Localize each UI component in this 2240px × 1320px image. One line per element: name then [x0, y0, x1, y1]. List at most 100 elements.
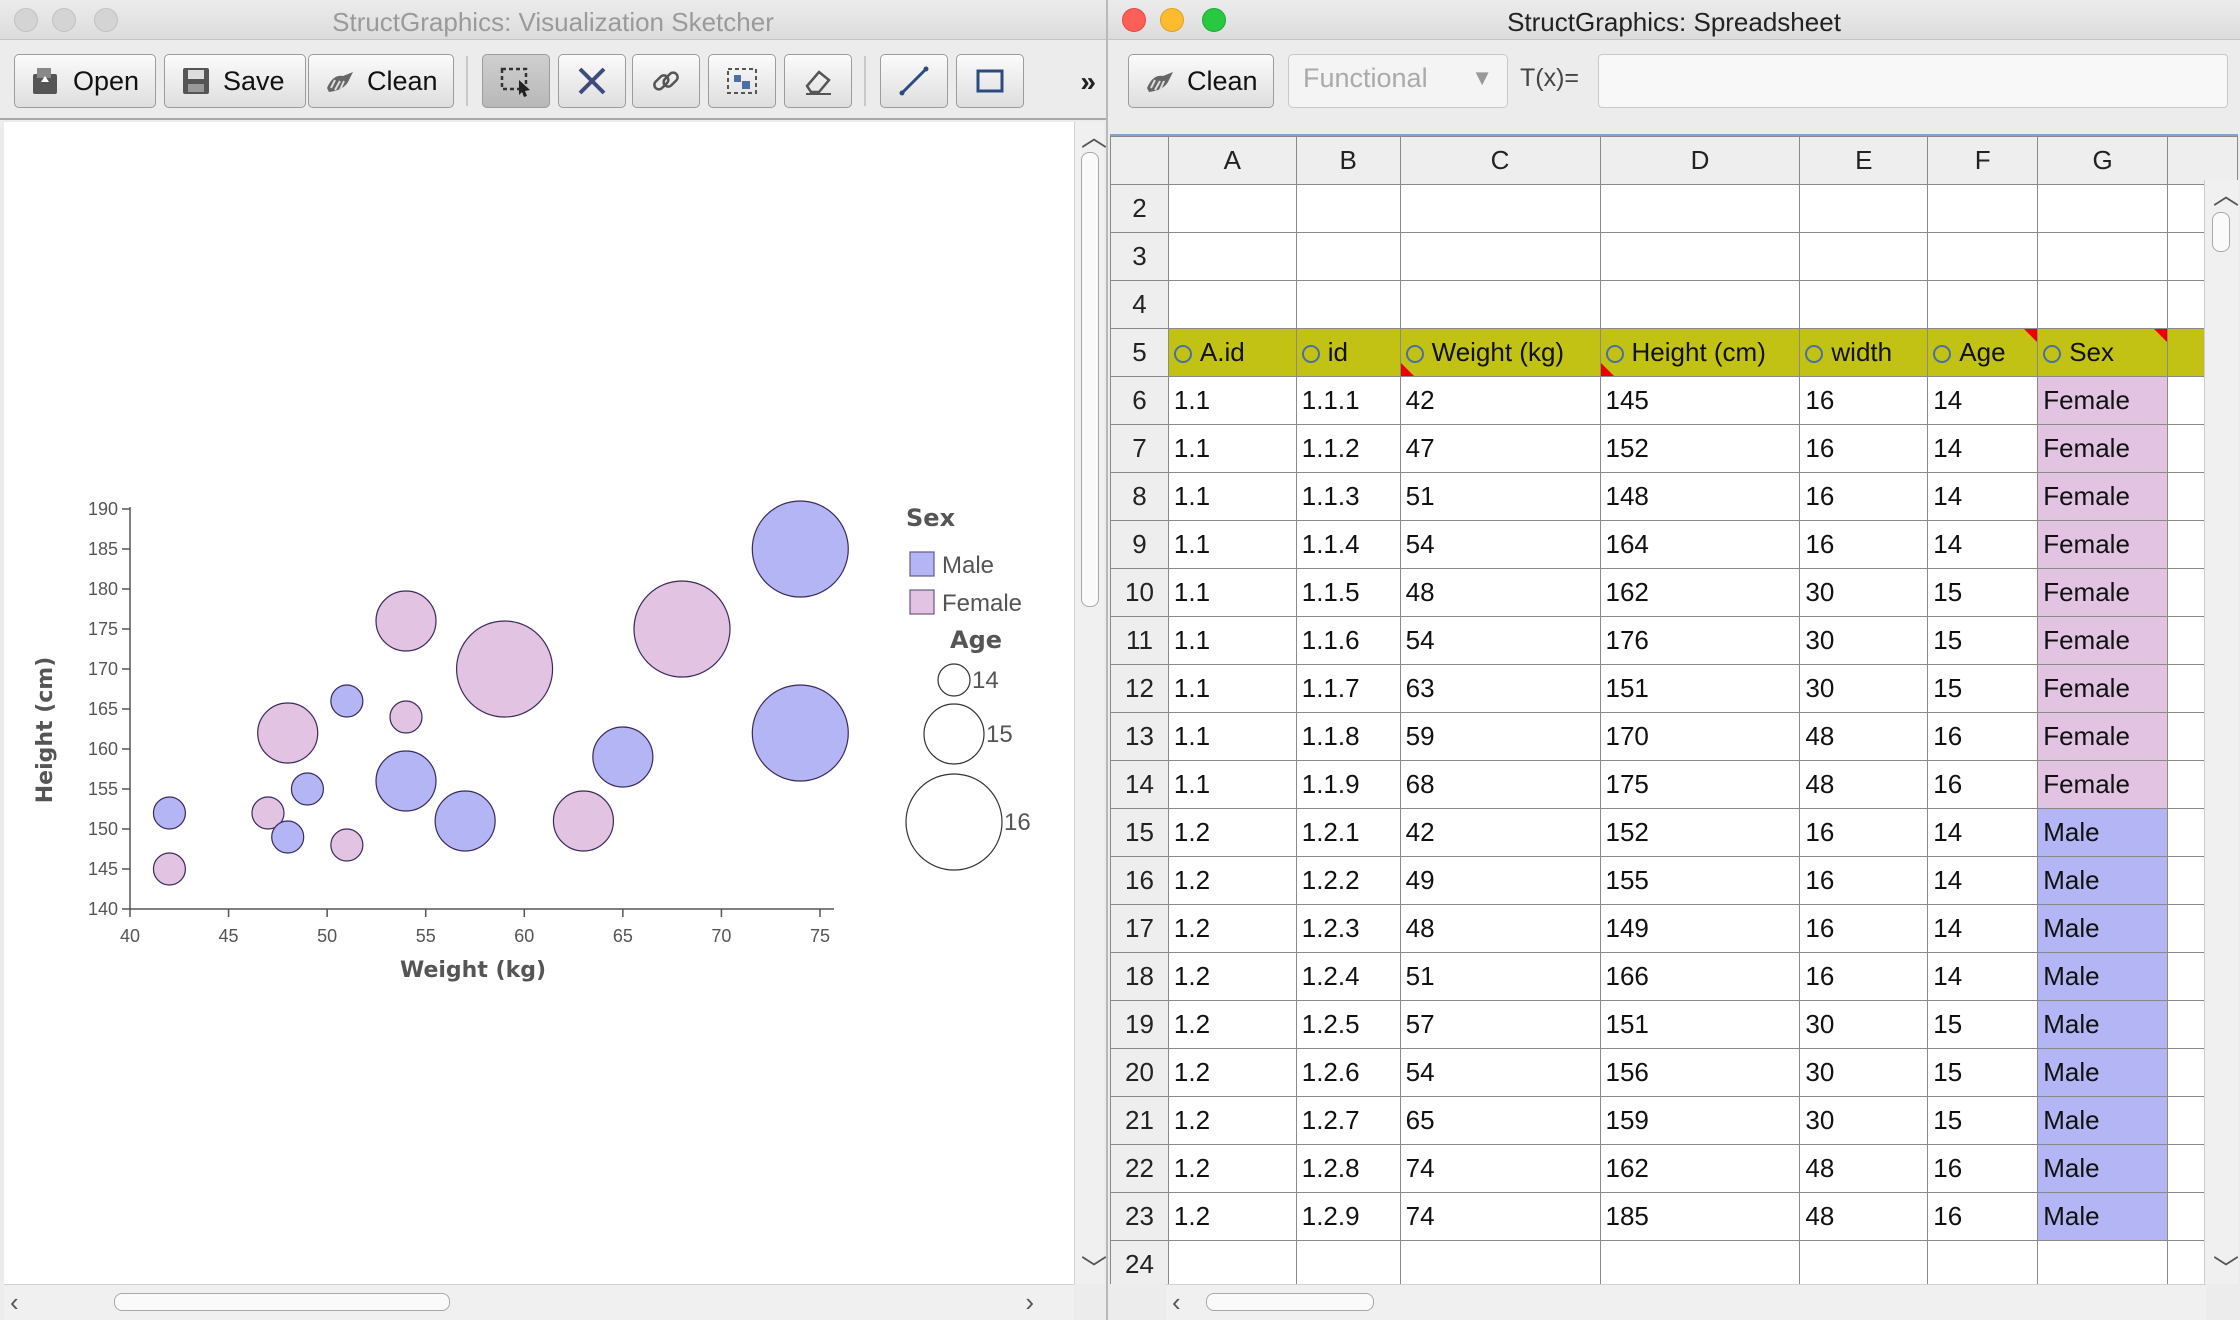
table-cell[interactable]: 185 [1599, 1192, 1801, 1241]
table-cell[interactable]: 47 [1399, 424, 1601, 473]
table-cell[interactable] [1399, 232, 1601, 281]
table-cell[interactable]: 1.2.8 [1295, 1144, 1401, 1193]
sketcher-vertical-scrollbar[interactable]: ︿ ﹀ [1074, 122, 1106, 1284]
table-cell[interactable]: 1.1 [1167, 520, 1297, 569]
table-cell[interactable]: 16 [1927, 712, 2039, 761]
scroll-down-chevron-icon[interactable]: ﹀ [1081, 1256, 1106, 1282]
column-header-a[interactable]: A [1167, 136, 1297, 185]
table-cell[interactable]: Female [2037, 712, 2169, 761]
table-cell[interactable]: 170 [1599, 712, 1801, 761]
table-cell[interactable]: 1.1.8 [1295, 712, 1401, 761]
table-cell[interactable]: Female [2037, 376, 2169, 425]
table-cell[interactable]: 63 [1399, 664, 1601, 713]
table-cell[interactable]: 16 [1799, 472, 1929, 521]
table-cell[interactable]: 1.2.1 [1295, 808, 1401, 857]
table-cell[interactable]: 166 [1599, 952, 1801, 1001]
table-cell[interactable]: Male [2037, 904, 2169, 953]
table-cell[interactable]: 1.2.2 [1295, 856, 1401, 905]
table-cell[interactable]: 175 [1599, 760, 1801, 809]
table-cell[interactable]: 1.1 [1167, 616, 1297, 665]
column-toggle-circle-icon[interactable] [2043, 345, 2062, 363]
formula-input[interactable] [1598, 54, 2228, 108]
column-name-cell[interactable]: Age [1927, 328, 2039, 377]
row-number[interactable]: 2 [1110, 184, 1169, 233]
row-number[interactable]: 9 [1110, 520, 1169, 569]
table-cell[interactable]: 1.2.4 [1295, 952, 1401, 1001]
table-cell[interactable]: 15 [1927, 664, 2039, 713]
row-number[interactable]: 19 [1110, 1000, 1169, 1049]
table-cell[interactable]: 30 [1799, 568, 1929, 617]
table-cell[interactable]: 1.1 [1167, 664, 1297, 713]
table-cell[interactable]: 156 [1599, 1048, 1801, 1097]
table-cell[interactable]: 14 [1927, 952, 2039, 1001]
column-toggle-circle-icon[interactable] [1605, 345, 1624, 363]
table-cell[interactable]: Female [2037, 760, 2169, 809]
table-cell[interactable]: 1.1 [1167, 472, 1297, 521]
table-cell[interactable]: 1.2.3 [1295, 904, 1401, 953]
table-cell[interactable]: 16 [1799, 952, 1929, 1001]
table-cell[interactable] [1167, 1240, 1297, 1284]
bubble-male[interactable] [751, 684, 849, 782]
table-cell[interactable] [2037, 1240, 2169, 1284]
bubble-male[interactable] [434, 790, 496, 852]
table-cell[interactable]: 54 [1399, 616, 1601, 665]
bubble-female[interactable] [330, 828, 364, 862]
table-cell[interactable]: 1.1.5 [1295, 568, 1401, 617]
scroll-left-chevron-icon[interactable]: ‹ [1172, 1289, 1181, 1315]
row-number[interactable]: 5 [1110, 328, 1169, 377]
eraser-tool-button[interactable] [784, 54, 852, 108]
table-cell[interactable] [1295, 1240, 1401, 1284]
spreadsheet-grid[interactable]: ABCDEFG 2 3 4 5 A.id id Weight (kg) Height (cm)… [1110, 134, 2238, 1284]
bubble-female[interactable] [389, 700, 423, 734]
column-toggle-circle-icon[interactable] [1173, 345, 1192, 363]
column-header-c[interactable]: C [1399, 136, 1601, 185]
table-cell[interactable]: Male [2037, 808, 2169, 857]
scroll-up-chevron-icon[interactable]: ︿ [1081, 124, 1106, 150]
scroll-up-chevron-icon[interactable]: ︿ [2213, 182, 2239, 208]
table-cell[interactable] [1599, 232, 1801, 281]
row-number[interactable]: 21 [1110, 1096, 1169, 1145]
table-cell[interactable]: 152 [1599, 424, 1801, 473]
column-header-e[interactable]: E [1799, 136, 1929, 185]
bubble-female[interactable] [633, 580, 731, 678]
table-cell[interactable]: Male [2037, 1048, 2169, 1097]
bubble-male[interactable] [375, 750, 437, 812]
table-cell[interactable] [1295, 280, 1401, 329]
table-cell[interactable]: 14 [1927, 904, 2039, 953]
link-tool-button[interactable] [632, 54, 700, 108]
table-cell[interactable]: 16 [1927, 1144, 2039, 1193]
table-cell[interactable]: 151 [1599, 1000, 1801, 1049]
row-number[interactable]: 8 [1110, 472, 1169, 521]
open-button[interactable]: Open [14, 54, 156, 108]
table-cell[interactable]: 159 [1599, 1096, 1801, 1145]
spreadsheet-horizontal-scrollbar[interactable]: ‹ [1166, 1284, 2206, 1320]
table-cell[interactable]: 30 [1799, 1096, 1929, 1145]
table-cell[interactable] [1295, 184, 1401, 233]
table-cell[interactable]: 14 [1927, 520, 2039, 569]
bubble-female[interactable] [257, 702, 319, 764]
table-cell[interactable] [1399, 280, 1601, 329]
table-cell[interactable]: 16 [1799, 808, 1929, 857]
column-name-cell[interactable]: id [1295, 328, 1401, 377]
row-number[interactable]: 17 [1110, 904, 1169, 953]
table-cell[interactable] [1927, 232, 2039, 281]
sketch-canvas[interactable]: 40 45 50 55 60 65 70 75 140 145 150 155 160 165 170 175… [4, 122, 1074, 1284]
table-cell[interactable] [1599, 1240, 1801, 1284]
table-cell[interactable]: 1.1 [1167, 376, 1297, 425]
table-cell[interactable] [1799, 232, 1929, 281]
table-cell[interactable]: Male [2037, 952, 2169, 1001]
row-number[interactable]: 11 [1110, 616, 1169, 665]
table-cell[interactable] [1167, 280, 1297, 329]
table-cell[interactable] [1295, 232, 1401, 281]
table-cell[interactable]: 30 [1799, 664, 1929, 713]
clean-button[interactable]: Clean [308, 54, 454, 108]
table-cell[interactable]: 14 [1927, 856, 2039, 905]
table-cell[interactable] [2037, 232, 2169, 281]
table-cell[interactable]: 151 [1599, 664, 1801, 713]
sketcher-horizontal-scrollbar[interactable]: ‹ › [4, 1284, 1074, 1320]
table-cell[interactable]: 74 [1399, 1192, 1601, 1241]
table-cell[interactable]: 15 [1927, 568, 2039, 617]
table-cell[interactable]: 16 [1799, 424, 1929, 473]
table-cell[interactable]: Male [2037, 1000, 2169, 1049]
table-cell[interactable]: Male [2037, 1096, 2169, 1145]
